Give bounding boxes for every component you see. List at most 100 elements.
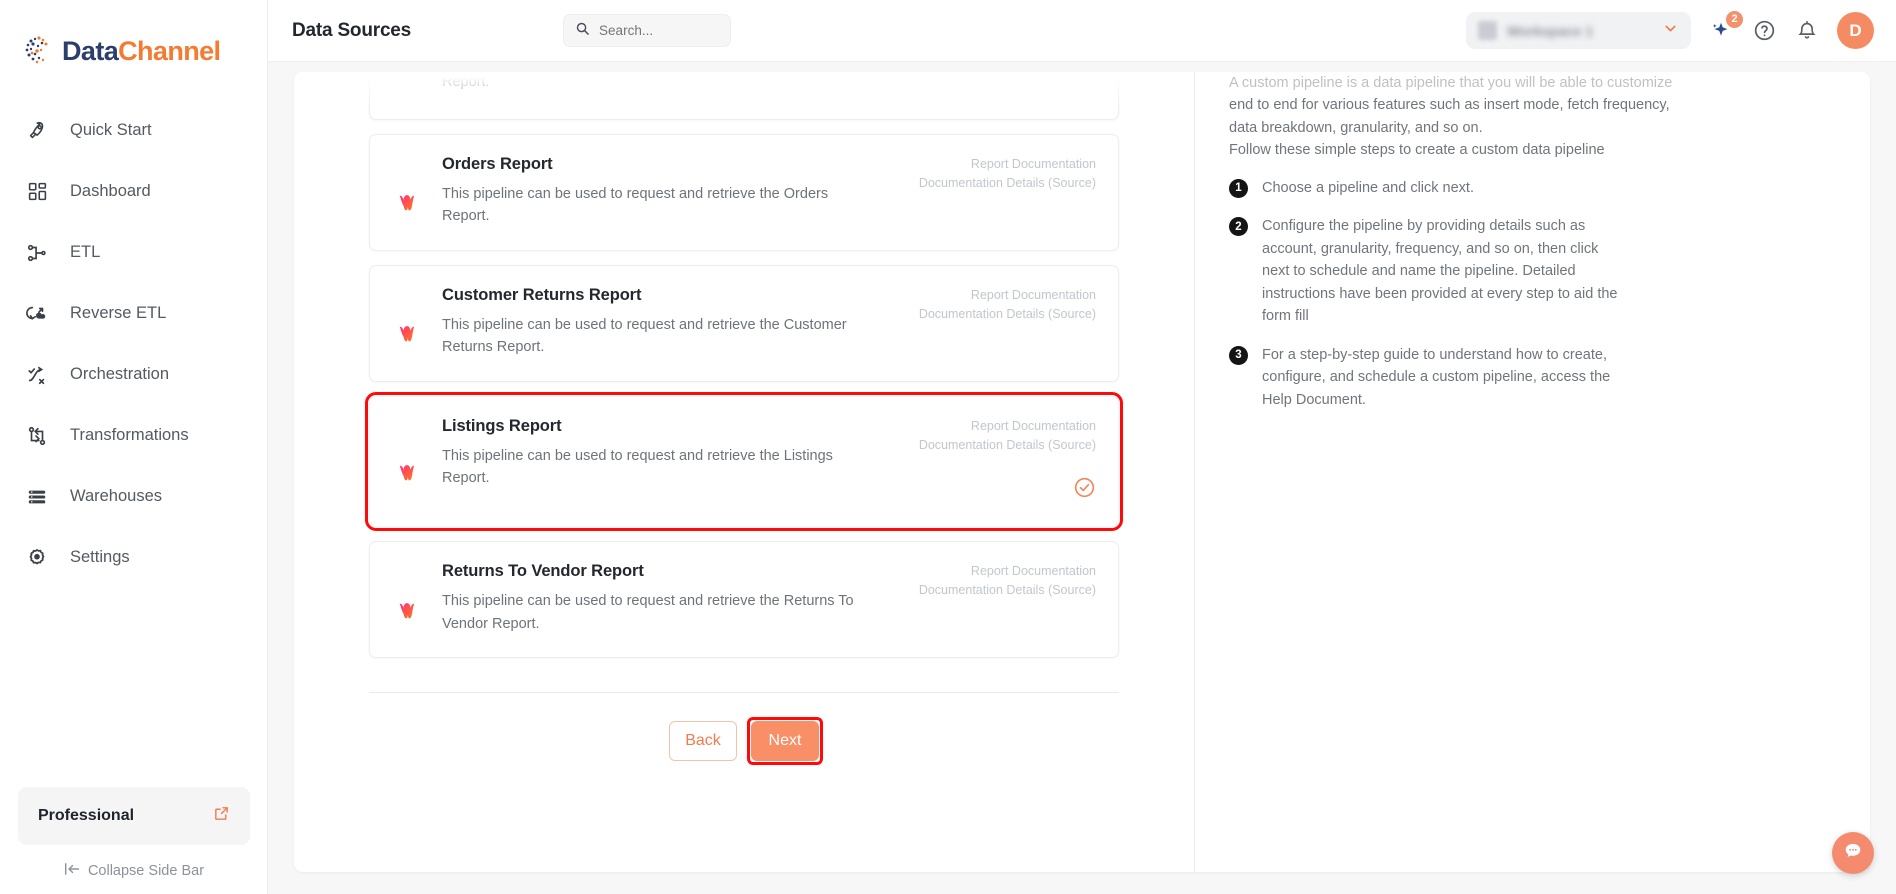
- sidebar-item-label: Reverse ETL: [70, 304, 167, 322]
- search-input[interactable]: [599, 23, 720, 38]
- documentation-details-link[interactable]: Documentation Details (Source): [919, 436, 1096, 455]
- sidebar-item-label: Transformations: [70, 426, 189, 444]
- documentation-details-link[interactable]: Documentation Details (Source): [919, 581, 1096, 600]
- documentation-details-link[interactable]: Documentation Details (Source): [919, 305, 1096, 324]
- main-region: Data Sources Workspace 1: [268, 0, 1896, 894]
- pipeline-title: Listings Report: [442, 416, 562, 435]
- myntra-m-icon: [392, 562, 422, 635]
- help-intro: A custom pipeline is a data pipeline tha…: [1229, 72, 1836, 162]
- etl-icon: [22, 240, 52, 266]
- sidebar-item-dashboard[interactable]: Dashboard: [0, 161, 267, 222]
- report-documentation-link[interactable]: Report Documentation: [971, 286, 1096, 305]
- reverse-etl-icon: [22, 301, 52, 327]
- sidebar-item-quick-start[interactable]: Quick Start: [0, 100, 267, 161]
- sidebar-item-orchestration[interactable]: Orchestration: [0, 344, 267, 405]
- pipeline-title: Customer Returns Report: [442, 285, 642, 304]
- orchestration-icon: [22, 362, 52, 388]
- collapse-sidebar-label: Collapse Side Bar: [87, 863, 205, 879]
- pipeline-list-column: This pipeline can be used to request and…: [294, 72, 1194, 872]
- search-icon: [575, 21, 590, 41]
- myntra-m-icon: [392, 286, 422, 359]
- sidebar-item-transformations[interactable]: Transformations: [0, 405, 267, 466]
- sidebar-footer: Professional Collapse Side Bar: [0, 787, 268, 894]
- pipeline-doc-links: Report Documentation Documentation Detai…: [886, 417, 1096, 505]
- help-steps: 1 Choose a pipeline and click next. 2 Co…: [1229, 177, 1836, 411]
- avatar-initial: D: [1849, 20, 1862, 40]
- app-root: DataChannel Quick Start Dashboard ETL Re…: [0, 0, 1896, 894]
- transformations-icon: [22, 423, 52, 449]
- back-button[interactable]: Back: [669, 721, 737, 762]
- page-title: Data Sources: [292, 19, 412, 41]
- help-step: 2 Configure the pipeline by providing de…: [1229, 215, 1836, 327]
- brand-wordmark: DataChannel: [62, 35, 221, 66]
- chat-support-button[interactable]: [1832, 832, 1874, 874]
- help-intro-line-2: end to end for various features such as …: [1229, 97, 1670, 114]
- step-text: For a step-by-step guide to understand h…: [1262, 346, 1611, 408]
- pipeline-card-orders-report[interactable]: Orders Report This pipeline can be used …: [369, 134, 1119, 251]
- sidebar-item-settings[interactable]: Settings: [0, 527, 267, 588]
- sidebar-nav: Quick Start Dashboard ETL Reverse ETL Or…: [0, 100, 267, 588]
- sidebar-item-label: Settings: [70, 548, 130, 566]
- help-button[interactable]: [1751, 18, 1777, 44]
- report-documentation-link[interactable]: Report Documentation: [971, 155, 1096, 174]
- plan-badge[interactable]: Professional: [18, 787, 250, 845]
- ai-assistant-button[interactable]: 2: [1708, 10, 1743, 44]
- pipeline-card-returns-to-vendor-report[interactable]: Returns To Vendor Report This pipeline c…: [369, 541, 1119, 659]
- external-link-icon[interactable]: [213, 805, 230, 827]
- workspace-icon: [1478, 21, 1497, 40]
- sidebar-item-warehouses[interactable]: Warehouses: [0, 466, 267, 527]
- pipeline-card-text: This pipeline can be used to request and…: [422, 72, 886, 97]
- pipeline-doc-links: [886, 72, 1096, 97]
- documentation-details-link[interactable]: Documentation Details (Source): [919, 174, 1096, 193]
- help-step: 1 Choose a pipeline and click next.: [1229, 177, 1836, 199]
- help-step: 3 For a step-by-step guide to understand…: [1229, 344, 1836, 411]
- report-documentation-link[interactable]: Report Documentation: [971, 562, 1096, 581]
- step-number: 2: [1229, 217, 1248, 237]
- pipeline-card-customer-returns-report[interactable]: Customer Returns Report This pipeline ca…: [369, 264, 1119, 382]
- myntra-m-icon: [392, 417, 422, 505]
- pipeline-card-inventory-report[interactable]: This pipeline can be used to request and…: [369, 72, 1119, 120]
- ai-badge-count: 2: [1726, 10, 1743, 28]
- topbar-actions: Workspace 1 2 D: [1466, 10, 1874, 49]
- pipeline-title: Returns To Vendor Report: [442, 562, 644, 581]
- pipeline-description: This pipeline can be used to request and…: [442, 186, 829, 225]
- workspace-selector[interactable]: Workspace 1: [1466, 12, 1691, 49]
- sidebar-item-etl[interactable]: ETL: [0, 222, 267, 283]
- pipeline-description: This pipeline can be used to request and…: [442, 316, 847, 356]
- pipeline-card-listings-report[interactable]: Listings Report This pipeline can be use…: [365, 391, 1123, 532]
- next-button[interactable]: Next: [751, 721, 819, 762]
- myntra-m-icon: [392, 72, 422, 97]
- gear-icon: [22, 545, 52, 571]
- step-number: 3: [1229, 345, 1248, 365]
- datachannel-globe-icon: [22, 34, 56, 68]
- help-intro-line-4: Follow these simple steps to create a cu…: [1229, 142, 1605, 159]
- brand-name-part2: Channel: [118, 35, 221, 66]
- help-panel: A custom pipeline is a data pipeline tha…: [1194, 72, 1870, 872]
- top-bar: Data Sources Workspace 1: [268, 0, 1896, 62]
- plan-label: Professional: [38, 807, 135, 824]
- step-number: 1: [1229, 178, 1248, 198]
- help-intro-line-1: A custom pipeline is a data pipeline tha…: [1229, 75, 1673, 91]
- sidebar-item-reverse-etl[interactable]: Reverse ETL: [0, 283, 267, 344]
- report-documentation-link[interactable]: Report Documentation: [971, 417, 1096, 436]
- pipeline-description: This pipeline can be used to request and…: [442, 447, 833, 487]
- pipeline-doc-links: Report Documentation Documentation Detai…: [886, 286, 1096, 359]
- pipeline-cards: This pipeline can be used to request and…: [365, 72, 1123, 659]
- myntra-m-icon: [392, 155, 422, 228]
- content-card: This pipeline can be used to request and…: [294, 72, 1870, 872]
- step-text: Configure the pipeline by providing deta…: [1262, 218, 1618, 325]
- user-avatar[interactable]: D: [1837, 12, 1874, 49]
- footer-divider: [369, 692, 1119, 694]
- collapse-sidebar-button[interactable]: Collapse Side Bar: [18, 862, 250, 880]
- sidebar-item-label: Orchestration: [70, 365, 170, 383]
- pipeline-doc-links: Report Documentation Documentation Detai…: [886, 562, 1096, 635]
- search-box[interactable]: [563, 14, 732, 47]
- chevron-down-icon[interactable]: [1662, 20, 1679, 42]
- pipeline-description: This pipeline can be used to request and…: [442, 74, 490, 91]
- sidebar-item-label: ETL: [70, 243, 101, 261]
- collapse-arrow-icon: [64, 862, 81, 880]
- notifications-button[interactable]: [1794, 18, 1820, 44]
- help-panel-content: A custom pipeline is a data pipeline tha…: [1229, 72, 1836, 411]
- app-logo[interactable]: DataChannel: [0, 0, 267, 78]
- sidebar-item-label: Warehouses: [70, 487, 163, 505]
